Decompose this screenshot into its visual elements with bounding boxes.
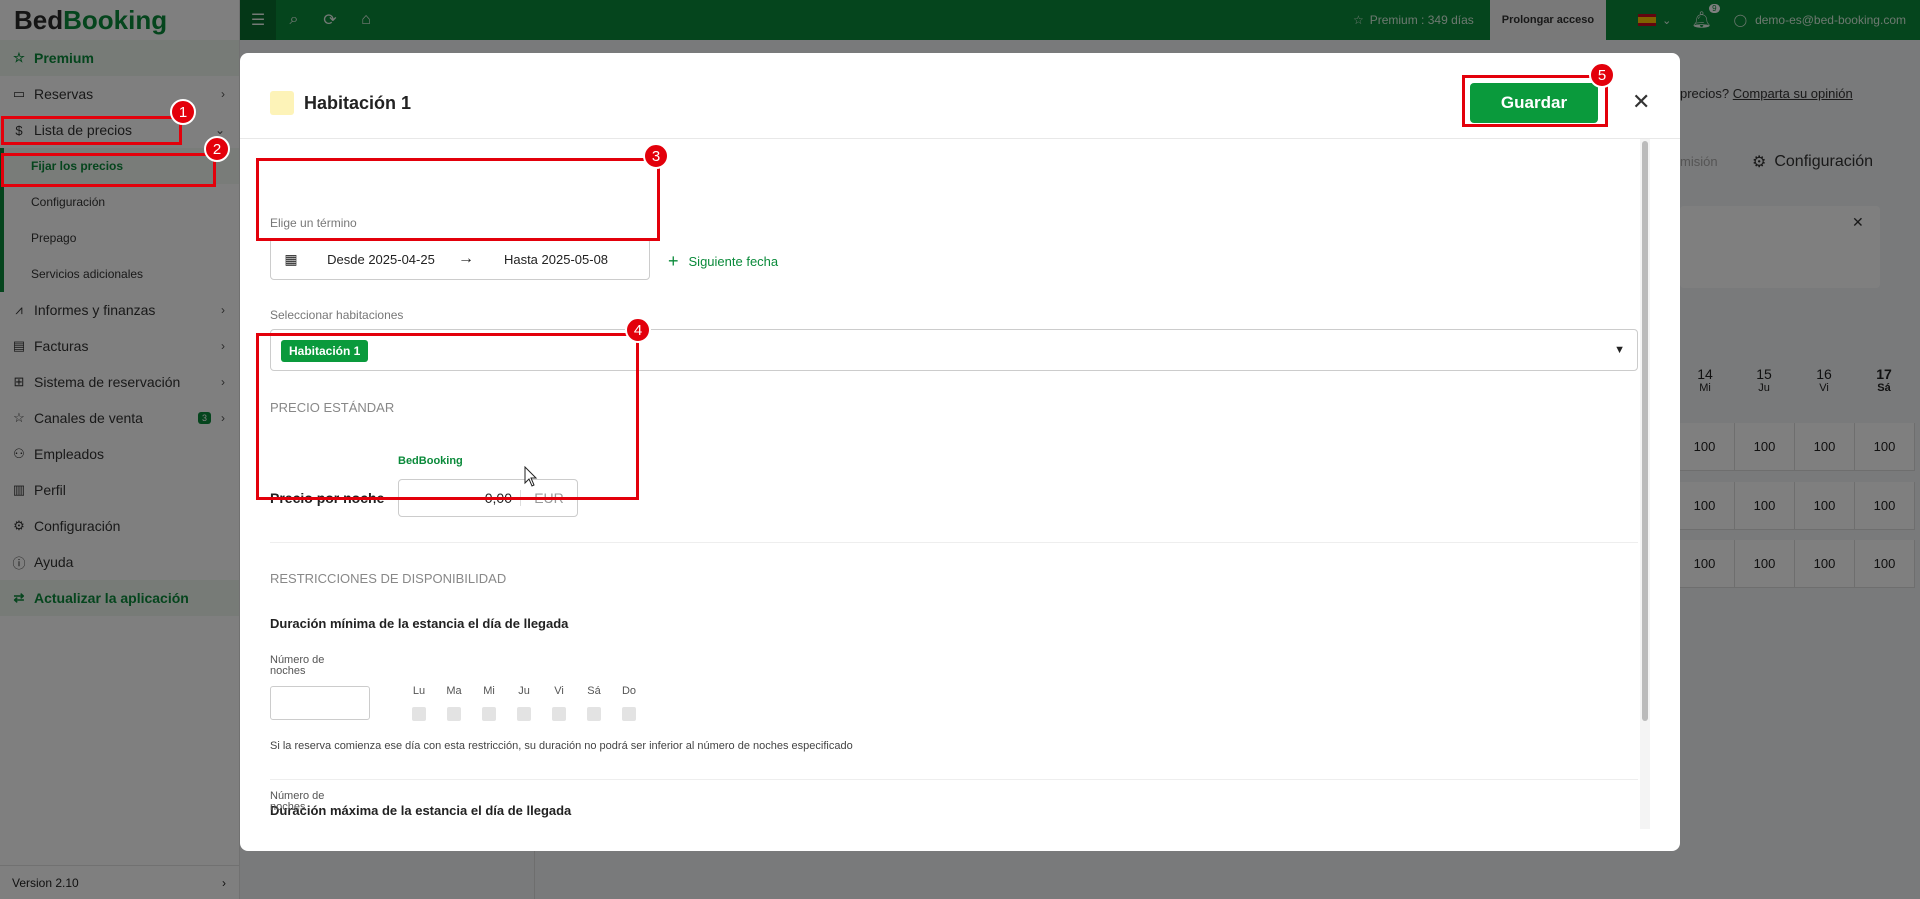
- weekday-checkbox[interactable]: Lu: [404, 685, 434, 721]
- date-from[interactable]: Desde 2025-04-25: [311, 252, 451, 267]
- step-marker-4: 4: [625, 317, 651, 343]
- highlight-box-3: [256, 158, 660, 241]
- nights-label: Número de noches: [270, 654, 325, 677]
- nights-label: Número de noches: [270, 790, 325, 813]
- date-to[interactable]: Hasta 2025-05-08: [481, 252, 631, 267]
- min-stay-note: Si la reserva comienza ese día con esta …: [270, 740, 853, 752]
- highlight-box-2: [1, 153, 216, 187]
- rooms-label: Seleccionar habitaciones: [270, 308, 404, 322]
- caret-down-icon: ▼: [1614, 344, 1625, 356]
- scrollbar-thumb[interactable]: [1642, 141, 1648, 721]
- date-range-picker[interactable]: ▦ Desde 2025-04-25 → Hasta 2025-05-08: [270, 238, 650, 280]
- modal-title: Habitación 1: [304, 93, 412, 113]
- weekday-checkbox[interactable]: Do: [614, 685, 644, 721]
- min-stay-title: Duración mínima de la estancia el día de…: [270, 616, 569, 631]
- mouse-cursor-icon: [524, 466, 538, 487]
- weekday-checkbox[interactable]: Ju: [509, 685, 539, 721]
- highlight-box-4: [256, 333, 639, 500]
- plus-icon: +: [668, 251, 679, 271]
- min-nights-input[interactable]: [270, 686, 370, 720]
- highlight-box-1: [1, 116, 182, 145]
- step-marker-2: 2: [204, 136, 230, 162]
- next-date-button[interactable]: + Siguiente fecha: [668, 251, 778, 272]
- room-color-swatch: [270, 91, 294, 115]
- close-icon[interactable]: ✕: [1632, 89, 1650, 115]
- modal-scrollbar[interactable]: [1640, 139, 1650, 829]
- weekday-checkbox[interactable]: Mi: [474, 685, 504, 721]
- divider: [270, 542, 1638, 543]
- highlight-box-5: [1462, 75, 1608, 127]
- weekday-checkbox[interactable]: Sá: [579, 685, 609, 721]
- calendar-icon: ▦: [284, 250, 298, 267]
- arrow-right-icon: →: [458, 250, 474, 267]
- weekday-checkbox[interactable]: Ma: [439, 685, 469, 721]
- step-marker-1: 1: [170, 99, 196, 125]
- weekday-checkbox[interactable]: Vi: [544, 685, 574, 721]
- step-marker-3: 3: [643, 143, 669, 169]
- restrictions-title: RESTRICCIONES DE DISPONIBILIDAD: [270, 571, 507, 586]
- step-marker-5: 5: [1589, 62, 1615, 88]
- divider: [270, 779, 1638, 780]
